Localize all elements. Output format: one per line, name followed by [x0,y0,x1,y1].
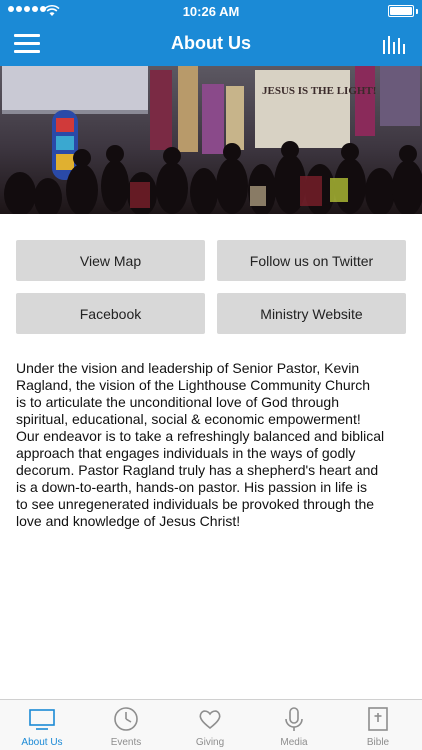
about-line: Ragland, the vision of the Lighthouse Co… [16,377,371,393]
heart-icon [199,710,221,730]
view-map-button[interactable]: View Map [16,240,205,281]
about-line: Our endeavor is to take a refreshingly b… [16,428,385,444]
tab-media[interactable]: Media [252,700,336,750]
about-line: love and knowledge of Jesus Christ! [16,513,241,529]
nav-bar: About Us [0,22,422,66]
clock-icon [114,707,138,731]
monitor-icon [29,709,55,730]
page-title: About Us [171,33,251,53]
tab-label: Media [280,737,308,748]
status-bar: 10:26 AM [0,0,422,22]
facebook-button[interactable]: Facebook [16,293,205,334]
battery-icon [388,5,414,17]
status-time: 10:26 AM [182,4,240,19]
tab-label: Events [110,737,142,748]
bible-icon [368,707,388,731]
hero-church-photo: JESUS IS THE LIGHT! [0,66,422,214]
hero-photo-illustration: JESUS IS THE LIGHT! [0,66,422,214]
tab-label: Giving [195,737,225,748]
about-line: to see unregenerated individuals be prov… [16,496,375,512]
tab-events[interactable]: Events [84,700,168,750]
tab-label: Bible [366,737,390,748]
about-line: spiritual, educational, social & economi… [16,411,361,427]
hero-banner-text: JESUS IS THE LIGHT! [262,85,376,97]
tab-bible[interactable]: Bible [336,700,420,750]
about-line: is to articulate the unconditional love … [16,394,339,410]
ministry-website-button[interactable]: Ministry Website [217,293,406,334]
about-line: approach that engages individuals in the… [16,445,356,461]
tab-about-us[interactable]: About Us [0,700,84,750]
tab-label: About Us [21,737,63,748]
battery-tip [416,9,418,14]
about-line: decorum. Pastor Ragland truly has a shep… [16,462,379,478]
tab-giving[interactable]: Giving [168,700,252,750]
about-description: Under the vision and leadership of Senio… [16,360,408,530]
about-line: Under the vision and leadership of Senio… [16,360,360,376]
audio-bars-icon[interactable] [382,34,408,54]
microphone-icon [285,707,303,731]
tab-bar: About Us Events Giving Media Bible [0,699,422,750]
about-line: is a down-to-earth, hands-on pastor. His… [16,479,367,495]
follow-twitter-button[interactable]: Follow us on Twitter [217,240,406,281]
